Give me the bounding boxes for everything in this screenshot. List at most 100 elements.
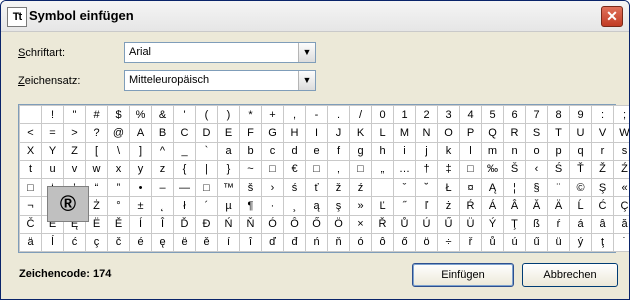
symbol-cell[interactable]: H: [283, 123, 306, 143]
symbol-cell[interactable]: g: [349, 141, 372, 161]
symbol-cell[interactable]: &: [151, 104, 174, 125]
symbol-cell[interactable]: ": [63, 104, 86, 125]
symbol-cell[interactable]: Ô: [283, 214, 306, 234]
symbol-cell[interactable]: Ň: [239, 214, 262, 234]
symbol-cell[interactable]: ): [217, 104, 240, 125]
symbol-cell[interactable]: ©: [569, 177, 592, 198]
symbol-cell[interactable]: š: [239, 177, 262, 198]
symbol-cell[interactable]: z: [151, 159, 174, 180]
symbol-cell[interactable]: `: [195, 141, 218, 161]
symbol-cell[interactable]: Í: [129, 214, 152, 234]
symbol-cell[interactable]: ď: [261, 232, 284, 253]
symbol-cell[interactable]: i: [393, 141, 416, 161]
insert-button[interactable]: Einfügen: [412, 263, 514, 287]
symbol-cell[interactable]: ™: [217, 177, 240, 198]
symbol-cell[interactable]: Č: [19, 214, 42, 234]
symbol-cell[interactable]: ô: [371, 232, 394, 253]
symbol-cell[interactable]: ż: [437, 196, 460, 216]
symbol-cell[interactable]: ›: [261, 177, 284, 198]
symbol-cell[interactable]: ĺ: [41, 232, 64, 253]
symbol-cell[interactable]: m: [481, 141, 504, 161]
symbol-cell[interactable]: ”: [107, 177, 130, 198]
symbol-cell[interactable]: -: [305, 104, 328, 125]
symbol-cell[interactable]: 5: [481, 104, 504, 125]
symbol-cell[interactable]: Ď: [173, 214, 196, 234]
symbol-cell[interactable]: Â: [503, 196, 526, 216]
symbol-cell[interactable]: F: [239, 123, 262, 143]
symbol-cell[interactable]: 0: [371, 104, 394, 125]
symbol-cell[interactable]: ]: [129, 141, 152, 161]
symbol-cell[interactable]: —: [173, 177, 196, 198]
symbol-cell[interactable]: Ž: [591, 159, 614, 180]
charset-select[interactable]: Mitteleuropäisch ▼: [124, 70, 316, 91]
symbol-cell[interactable]: Đ: [195, 214, 218, 234]
symbol-cell[interactable]: ×: [349, 214, 372, 234]
symbol-cell[interactable]: r: [591, 141, 614, 161]
symbol-cell[interactable]: V: [591, 123, 614, 143]
symbol-cell[interactable]: u: [41, 159, 64, 180]
symbol-cell[interactable]: 2: [415, 104, 438, 125]
symbol-cell[interactable]: ł: [173, 196, 196, 216]
symbol-cell[interactable]: %: [129, 104, 152, 125]
symbol-cell[interactable]: W: [613, 123, 629, 143]
symbol-cell[interactable]: *: [239, 104, 262, 125]
symbol-cell[interactable]: ˇ: [393, 177, 416, 198]
symbol-cell[interactable]: ü: [547, 232, 570, 253]
symbol-cell[interactable]: □: [19, 177, 42, 198]
cancel-button[interactable]: Abbrechen: [522, 263, 618, 287]
symbol-cell[interactable]: ¤: [459, 177, 482, 198]
symbol-cell[interactable]: ·: [261, 196, 284, 216]
symbol-cell[interactable]: •: [129, 177, 152, 198]
symbol-cell[interactable]: «: [613, 177, 629, 198]
symbol-cell[interactable]: ‰: [481, 159, 504, 180]
symbol-cell[interactable]: □: [261, 159, 284, 180]
symbol-cell[interactable]: ': [173, 104, 196, 125]
symbol-cell[interactable]: Ű: [437, 214, 460, 234]
symbol-cell[interactable]: M: [393, 123, 416, 143]
symbol-cell[interactable]: J: [327, 123, 350, 143]
symbol-cell[interactable]: Ś: [547, 159, 570, 180]
symbol-cell[interactable]: U: [569, 123, 592, 143]
symbol-cell[interactable]: S: [525, 123, 548, 143]
symbol-cell[interactable]: +: [261, 104, 284, 125]
symbol-cell[interactable]: ´: [195, 196, 218, 216]
symbol-cell[interactable]: ę: [151, 232, 174, 253]
symbol-cell[interactable]: e: [305, 141, 328, 161]
symbol-cell[interactable]: ú: [503, 232, 526, 253]
symbol-cell[interactable]: f: [327, 141, 350, 161]
symbol-cell[interactable]: †: [415, 159, 438, 180]
symbol-cell[interactable]: –: [151, 177, 174, 198]
symbol-cell[interactable]: b: [239, 141, 262, 161]
symbol-cell[interactable]: ź: [349, 177, 372, 198]
symbol-cell[interactable]: ů: [481, 232, 504, 253]
symbol-cell[interactable]: :: [591, 104, 614, 125]
symbol-cell[interactable]: €: [283, 159, 306, 180]
symbol-cell[interactable]: Ç: [613, 196, 629, 216]
symbol-cell[interactable]: ě: [195, 232, 218, 253]
symbol-cell[interactable]: s: [613, 141, 629, 161]
symbol-cell[interactable]: □: [349, 159, 372, 180]
symbol-cell[interactable]: #: [85, 104, 108, 125]
symbol-cell[interactable]: Z: [63, 141, 86, 161]
symbol-cell[interactable]: y: [129, 159, 152, 180]
symbol-cell[interactable]: [19, 104, 42, 125]
symbol-cell[interactable]: Ě: [107, 214, 130, 234]
symbol-cell[interactable]: ç: [85, 232, 108, 253]
symbol-cell[interactable]: ľ: [415, 196, 438, 216]
symbol-cell[interactable]: á: [569, 214, 592, 234]
symbol-cell[interactable]: w: [85, 159, 108, 180]
symbol-cell[interactable]: □: [459, 159, 482, 180]
symbol-cell[interactable]: Ţ: [503, 214, 526, 234]
symbol-cell[interactable]: ß: [525, 214, 548, 234]
symbol-cell[interactable]: „: [371, 159, 394, 180]
symbol-cell[interactable]: !: [41, 104, 64, 125]
symbol-cell[interactable]: Á: [481, 196, 504, 216]
symbol-cell[interactable]: ˝: [393, 196, 416, 216]
symbol-cell[interactable]: =: [41, 123, 64, 143]
symbol-cell[interactable]: (: [195, 104, 218, 125]
symbol-cell[interactable]: j: [415, 141, 438, 161]
symbol-cell[interactable]: ć: [63, 232, 86, 253]
symbol-cell[interactable]: {: [173, 159, 196, 180]
symbol-cell[interactable]: @: [107, 123, 130, 143]
symbol-cell[interactable]: ë: [173, 232, 196, 253]
